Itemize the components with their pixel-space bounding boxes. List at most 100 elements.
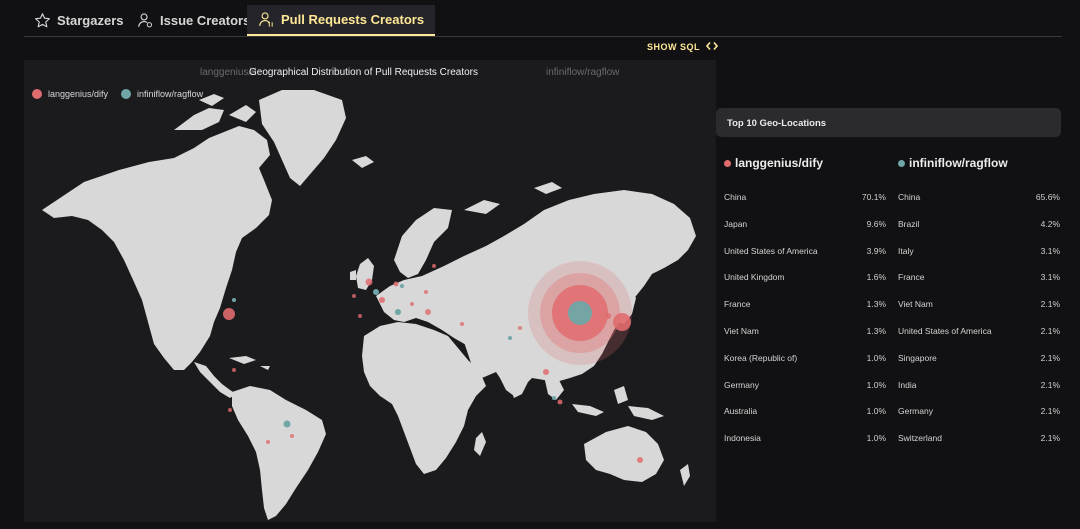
bubble-ragflow-singapore bbox=[552, 396, 556, 400]
geo-country: Korea (Republic of) bbox=[724, 352, 798, 363]
bubble-dify-brazil bbox=[290, 434, 294, 438]
south-america bbox=[232, 386, 326, 520]
geo-country: United Kingdom bbox=[724, 272, 785, 283]
geo-country: United States of America bbox=[898, 326, 992, 336]
code-icon bbox=[705, 41, 719, 53]
geo-country: Indonesia bbox=[724, 433, 761, 444]
australia bbox=[584, 426, 664, 482]
geo-country: Australia bbox=[724, 406, 758, 417]
bubble-dify-germany bbox=[393, 281, 399, 287]
geo-percentage: 70.1% bbox=[861, 192, 886, 202]
geo-country: Italy bbox=[898, 245, 914, 256]
geo-row: India 2.1% bbox=[898, 379, 1060, 391]
map-title: Geographical Distribution of Pull Reques… bbox=[249, 67, 478, 78]
geo-percentage: 2.1% bbox=[1040, 352, 1060, 363]
geo-percentage: 1.0% bbox=[866, 379, 886, 390]
bubble-dify-latam bbox=[266, 440, 270, 444]
geo-row: Brazil 4.2% bbox=[898, 218, 1060, 230]
bubble-dify-korea bbox=[605, 313, 611, 319]
geo-percentage: 1.3% bbox=[866, 299, 886, 310]
geo-percentage: 9.6% bbox=[866, 218, 886, 229]
geo-row: United States of America 2.1% bbox=[898, 325, 1060, 337]
show-sql-label: SHOW SQL bbox=[647, 42, 700, 52]
geo-country: Brazil bbox=[898, 218, 920, 229]
geo-row: Germany 2.1% bbox=[898, 405, 1060, 417]
geo-row: Viet Nam 2.1% bbox=[898, 298, 1060, 310]
legend-item-dify[interactable]: langgenius/dify bbox=[32, 89, 108, 99]
geo-country: Japan bbox=[724, 218, 748, 229]
geo-country: Singapore bbox=[898, 352, 937, 363]
geo-row: Viet Nam 1.3% bbox=[724, 325, 886, 337]
geo-row: Korea (Republic of) 1.0% bbox=[724, 352, 886, 364]
bubble-dify-uk bbox=[365, 278, 373, 286]
bubble-dify-mexico bbox=[232, 368, 236, 372]
geo-map-chart: langgenius/d Geographical Distribution o… bbox=[24, 60, 716, 522]
bubble-dify-indonesia bbox=[557, 399, 563, 405]
series-dot-icon bbox=[724, 159, 731, 167]
geo-row: France 1.3% bbox=[724, 298, 886, 310]
geo-row: United States of America 3.9% bbox=[724, 245, 886, 257]
bubble-dify-mideast-2 bbox=[425, 309, 431, 315]
bubble-dify-europe bbox=[424, 290, 428, 294]
bubble-dify-southam bbox=[228, 408, 232, 412]
geo-percentage: 3.1% bbox=[1040, 245, 1060, 256]
central-america bbox=[194, 362, 236, 398]
bubble-dify-russia bbox=[432, 264, 436, 268]
geo-country: Viet Nam bbox=[898, 299, 933, 310]
bubble-dify-europe bbox=[410, 302, 414, 306]
geo-row: Switzerland 2.1% bbox=[898, 432, 1060, 444]
bubble-ragflow-india bbox=[508, 336, 512, 340]
legend-label: langgenius/dify bbox=[48, 89, 109, 99]
geo-row: Japan 9.6% bbox=[724, 218, 886, 230]
geo-column-repo: infiniflow/ragflow bbox=[909, 156, 1008, 170]
bubble-ragflow-france bbox=[373, 289, 379, 295]
geo-country: India bbox=[898, 379, 917, 390]
map-legend: langgenius/dify infiniflow/ragflow bbox=[32, 89, 203, 99]
geo-percentage: 3.1% bbox=[1040, 272, 1060, 283]
geo-column-title: langgenius/dify bbox=[724, 155, 886, 171]
geo-country: China bbox=[724, 192, 747, 202]
tab-bar: Stargazers Issue Creators Pull Requests … bbox=[24, 0, 1062, 37]
bubble-dify-mideast bbox=[460, 322, 464, 326]
geo-country: France bbox=[898, 272, 925, 283]
geo-percentage: 2.1% bbox=[1040, 433, 1060, 444]
geo-percentage: 2.1% bbox=[1040, 406, 1060, 417]
legend-dot-icon bbox=[32, 89, 42, 99]
tab-pull-requests-creators[interactable]: Pull Requests Creators bbox=[247, 5, 436, 36]
geo-percentage: 1.6% bbox=[866, 272, 886, 283]
tab-stargazers[interactable]: Stargazers bbox=[34, 5, 123, 36]
geo-column-dify: langgenius/dify China 70.1% Japan 9.6% Unite… bbox=[724, 155, 886, 443]
bubble-dify-vietnam bbox=[543, 369, 549, 375]
greenland bbox=[259, 90, 346, 186]
geo-percentage: 65.6% bbox=[1035, 192, 1060, 202]
show-sql-button[interactable]: SHOW SQL bbox=[647, 40, 719, 54]
bubble-ragflow-brazil bbox=[283, 420, 291, 428]
geo-percentage: 1.0% bbox=[866, 406, 886, 417]
north-america bbox=[42, 126, 272, 370]
user-icon bbox=[137, 12, 154, 29]
new-zealand bbox=[680, 464, 690, 486]
bubble-dify-europe-2 bbox=[352, 294, 356, 298]
geo-row: Australia 1.0% bbox=[724, 405, 886, 417]
geo-row: Indonesia 1.0% bbox=[724, 432, 886, 444]
geo-country: Switzerland bbox=[898, 433, 942, 444]
legend-item-ragflow[interactable]: infiniflow/ragflow bbox=[121, 89, 203, 99]
geo-country: France bbox=[724, 299, 751, 310]
madagascar bbox=[474, 432, 486, 456]
geo-country: United States of America bbox=[724, 245, 818, 256]
bubble-ragflow-china bbox=[568, 301, 592, 325]
tab-issue-creators[interactable]: Issue Creators bbox=[137, 5, 250, 36]
geo-row: France 3.1% bbox=[898, 271, 1060, 283]
bubble-ragflow-italy bbox=[395, 309, 401, 315]
bubble-dify-asia bbox=[518, 326, 522, 330]
caribbean bbox=[229, 356, 270, 370]
user-pr-icon bbox=[258, 11, 275, 28]
southeast-asia bbox=[544, 376, 664, 420]
legend-label: infiniflow/ragflow bbox=[137, 89, 204, 99]
legend-dot-icon bbox=[121, 89, 132, 99]
world-map bbox=[42, 90, 696, 520]
bubble-dify-europe-3 bbox=[358, 314, 362, 318]
series-dot-icon bbox=[898, 159, 905, 167]
geo-percentage: 1.0% bbox=[866, 433, 886, 444]
geo-row: Singapore 2.1% bbox=[898, 352, 1060, 364]
